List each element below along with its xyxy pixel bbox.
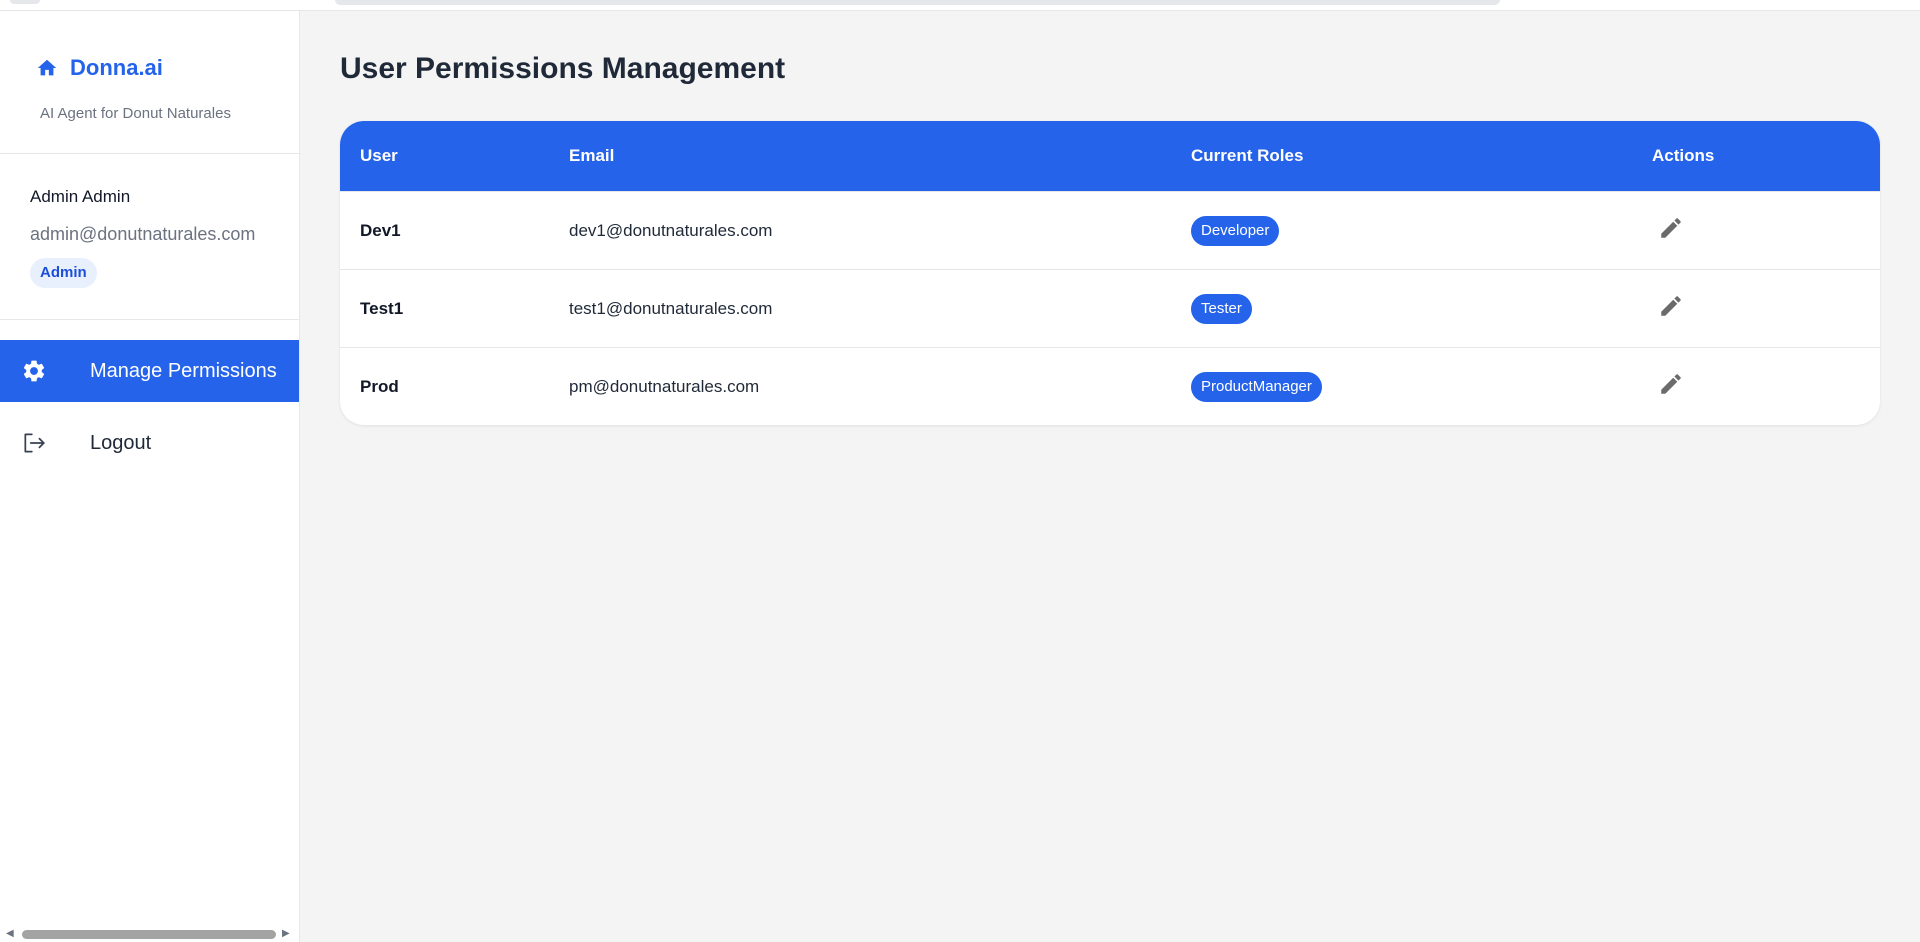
row-user: Test1 xyxy=(360,299,403,319)
column-header-actions: Actions xyxy=(1652,146,1714,166)
row-actions xyxy=(1652,371,1684,402)
user-name: Admin Admin xyxy=(30,187,130,207)
horizontal-scrollbar[interactable]: ◀ ▶ xyxy=(0,925,299,941)
row-roles: Developer xyxy=(1191,216,1279,246)
scroll-left-icon[interactable]: ◀ xyxy=(6,928,14,939)
row-roles: Tester xyxy=(1191,294,1252,324)
table-row: Prod pm@donutnaturales.com ProductManage… xyxy=(340,347,1880,425)
sidebar: Donna.ai AI Agent for Donut Naturales Ad… xyxy=(0,11,300,942)
edit-icon[interactable] xyxy=(1658,215,1684,241)
row-user: Prod xyxy=(360,377,399,397)
role-badge: ProductManager xyxy=(1191,372,1322,402)
table-row: Test1 test1@donutnaturales.com Tester xyxy=(340,269,1880,347)
nav-item-logout[interactable]: Logout xyxy=(0,412,299,474)
logout-icon xyxy=(21,430,47,456)
sidebar-divider xyxy=(0,153,299,154)
column-header-user: User xyxy=(360,146,398,166)
sidebar-divider xyxy=(0,319,299,320)
nav-item-manage-permissions[interactable]: Manage Permissions xyxy=(0,340,299,402)
nav-item-label: Logout xyxy=(90,432,151,455)
role-badge: Tester xyxy=(1191,294,1252,324)
row-actions xyxy=(1652,215,1684,246)
top-search-bar[interactable] xyxy=(335,0,1500,5)
row-roles: ProductManager xyxy=(1191,372,1322,402)
user-role-badge: Admin xyxy=(30,258,97,288)
scrollbar-thumb[interactable] xyxy=(22,930,276,939)
row-email: pm@donutnaturales.com xyxy=(569,377,759,397)
edit-icon[interactable] xyxy=(1658,371,1684,397)
user-email: admin@donutnaturales.com xyxy=(30,224,255,245)
column-header-email: Email xyxy=(569,146,614,166)
brand[interactable]: Donna.ai xyxy=(36,55,163,81)
brand-subtitle: AI Agent for Donut Naturales xyxy=(40,105,231,122)
scroll-right-icon[interactable]: ▶ xyxy=(282,928,290,939)
table-row: Dev1 dev1@donutnaturales.com Developer xyxy=(340,191,1880,269)
edit-icon[interactable] xyxy=(1658,293,1684,319)
nav-item-label: Manage Permissions xyxy=(90,360,277,383)
row-email: test1@donutnaturales.com xyxy=(569,299,772,319)
column-header-roles: Current Roles xyxy=(1191,146,1303,166)
top-left-control[interactable] xyxy=(10,0,40,4)
permissions-table: User Email Current Roles Actions Dev1 de… xyxy=(340,121,1880,425)
table-header-row: User Email Current Roles Actions xyxy=(340,121,1880,191)
brand-name: Donna.ai xyxy=(70,55,163,81)
row-actions xyxy=(1652,293,1684,324)
gear-icon xyxy=(21,358,47,384)
browser-top-strip xyxy=(0,0,1920,11)
row-email: dev1@donutnaturales.com xyxy=(569,221,772,241)
home-icon xyxy=(36,57,58,79)
row-user: Dev1 xyxy=(360,221,401,241)
role-badge: Developer xyxy=(1191,216,1279,246)
page-title: User Permissions Management xyxy=(340,52,785,86)
